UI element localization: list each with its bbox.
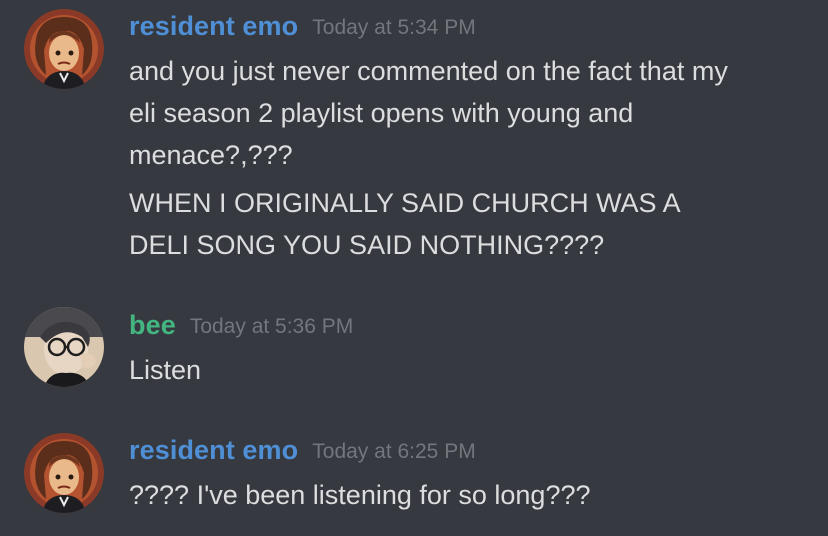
timestamp: Today at 5:36 PM (189, 315, 354, 338)
message-text: Listen (129, 355, 202, 385)
timestamp: Today at 6:25 PM (312, 440, 476, 463)
avatar[interactable] (24, 433, 104, 513)
message-header: bee Today at 5:36 PM (129, 310, 353, 341)
username[interactable]: resident emo (129, 11, 298, 41)
message-text: eli season 2 playlist opens with young a… (129, 98, 634, 128)
message-text: WHEN I ORIGINALLY SAID CHURCH WAS A (129, 188, 681, 218)
username[interactable]: resident emo (129, 435, 298, 465)
avatar[interactable] (24, 307, 104, 387)
message-text: menace?,??? (129, 140, 293, 170)
user-avatar-icon (24, 433, 104, 513)
timestamp: Today at 5:34 PM (312, 16, 476, 39)
user-avatar-icon (24, 9, 104, 89)
message-text: DELI SONG YOU SAID NOTHING???? (129, 230, 605, 260)
message-text: ???? I've been listening for so long??? (129, 480, 591, 510)
message-text: and you just never commented on the fact… (129, 56, 728, 86)
message-header: resident emo Today at 6:25 PM (129, 435, 476, 466)
avatar[interactable] (24, 9, 104, 89)
message-header: resident emo Today at 5:34 PM (129, 11, 476, 42)
user-avatar-icon (24, 307, 104, 387)
username[interactable]: bee (129, 310, 176, 340)
